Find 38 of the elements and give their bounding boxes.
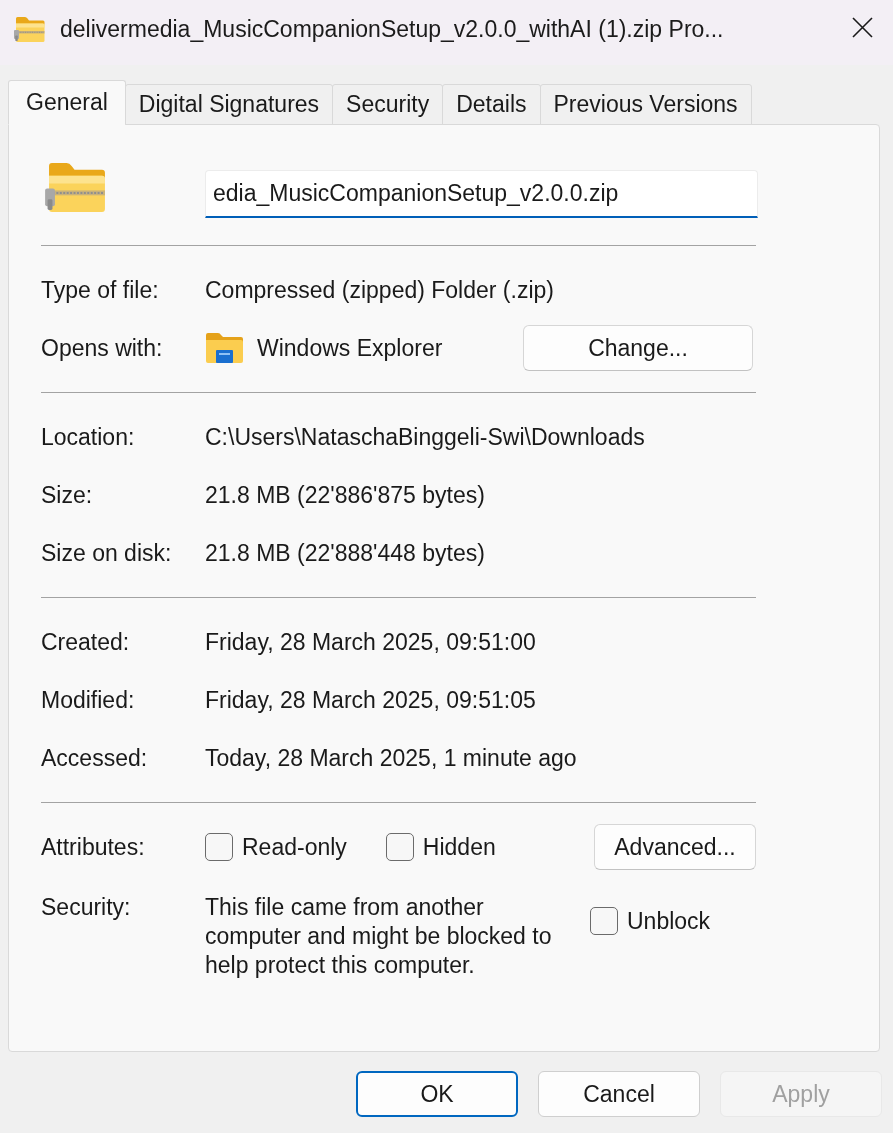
property-value: Today, 28 March 2025, 1 minute ago <box>205 743 577 773</box>
property-value: 21.8 MB (22'886'875 bytes) <box>205 480 485 510</box>
folder-icon <box>205 332 244 364</box>
tab[interactable]: Digital Signatures <box>124 84 334 125</box>
checkbox[interactable] <box>385 833 414 861</box>
property-label: Security: <box>41 893 131 922</box>
property-value: Windows Explorer <box>257 333 443 363</box>
property-label: Attributes: <box>41 832 145 862</box>
checkbox-label[interactable]: Hidden <box>422 833 496 861</box>
property-label: Type of file: <box>41 275 159 305</box>
property-value: Friday, 28 March 2025, 09:51:05 <box>205 685 536 715</box>
tab[interactable]: Previous Versions <box>539 84 752 125</box>
advanced-button[interactable]: Advanced... <box>594 824 756 870</box>
property-value: 21.8 MB (22'888'448 bytes) <box>205 538 485 568</box>
property-label: Opens with: <box>41 333 163 363</box>
property-label: Size on disk: <box>41 538 172 568</box>
checkbox[interactable] <box>205 833 233 861</box>
property-label: Created: <box>41 627 130 657</box>
property-label: Location: <box>41 422 135 452</box>
window-title: delivermedia_MusicCompanionSetup_v2.0.0_withAI (1).zip Pro... <box>60 16 724 43</box>
checkbox-label[interactable]: Read-only <box>242 833 347 861</box>
file-name-field[interactable]: edia_MusicCompanionSetup_v2.0.0.zip <box>205 170 758 218</box>
tab[interactable]: General <box>8 80 126 125</box>
property-label: Modified: <box>41 685 135 715</box>
zip-folder-icon <box>45 162 108 213</box>
change-button[interactable]: Change... <box>523 325 753 371</box>
dialog-button[interactable]: Cancel <box>538 1071 700 1117</box>
checkbox[interactable] <box>590 907 618 935</box>
property-label: Size: <box>41 480 93 510</box>
security-warning-text: This file came from another computer and might be blocked to help protect this computer. <box>205 893 553 980</box>
property-value: Compressed (zipped) Folder (.zip) <box>205 275 554 305</box>
dialog-button[interactable]: OK <box>356 1071 518 1117</box>
zip-folder-icon <box>14 16 46 43</box>
property-value: C:\Users\NataschaBinggeli-Swi\Downloads <box>205 422 645 452</box>
property-value: Friday, 28 March 2025, 09:51:00 <box>205 627 536 657</box>
property-label: Accessed: <box>41 743 148 773</box>
close-icon[interactable] <box>852 17 873 38</box>
checkbox-label[interactable]: Unblock <box>627 907 711 935</box>
